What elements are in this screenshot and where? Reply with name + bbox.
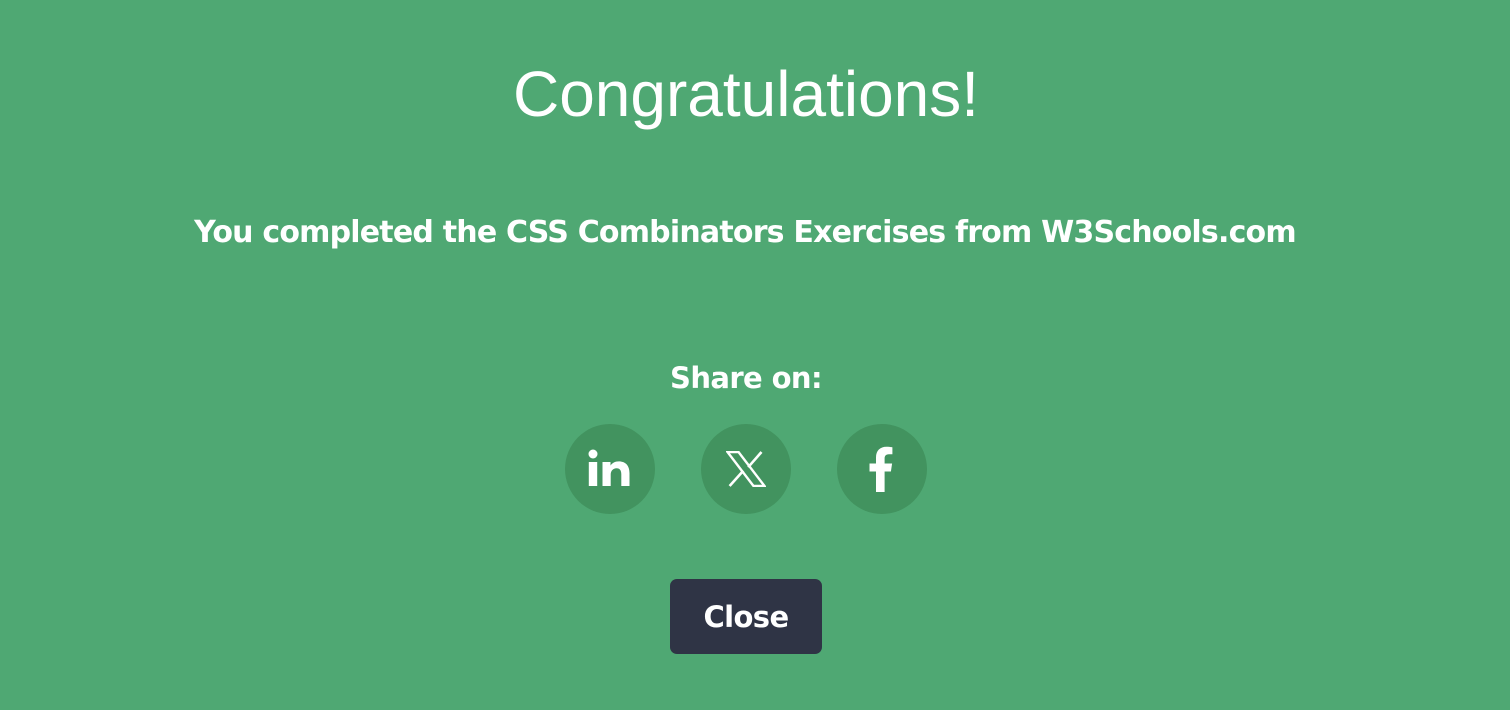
share-buttons <box>565 424 927 514</box>
facebook-icon <box>869 446 893 492</box>
share-label: Share on: <box>670 361 823 395</box>
x-icon <box>726 451 766 487</box>
completion-message: You completed the CSS Combinators Exerci… <box>194 215 1296 250</box>
close-button[interactable]: Close <box>670 579 822 654</box>
congratulations-title: Congratulations! <box>512 58 980 130</box>
linkedin-icon <box>588 449 630 486</box>
share-linkedin-button[interactable] <box>565 424 655 514</box>
share-x-button[interactable] <box>701 424 791 514</box>
share-facebook-button[interactable] <box>837 424 927 514</box>
